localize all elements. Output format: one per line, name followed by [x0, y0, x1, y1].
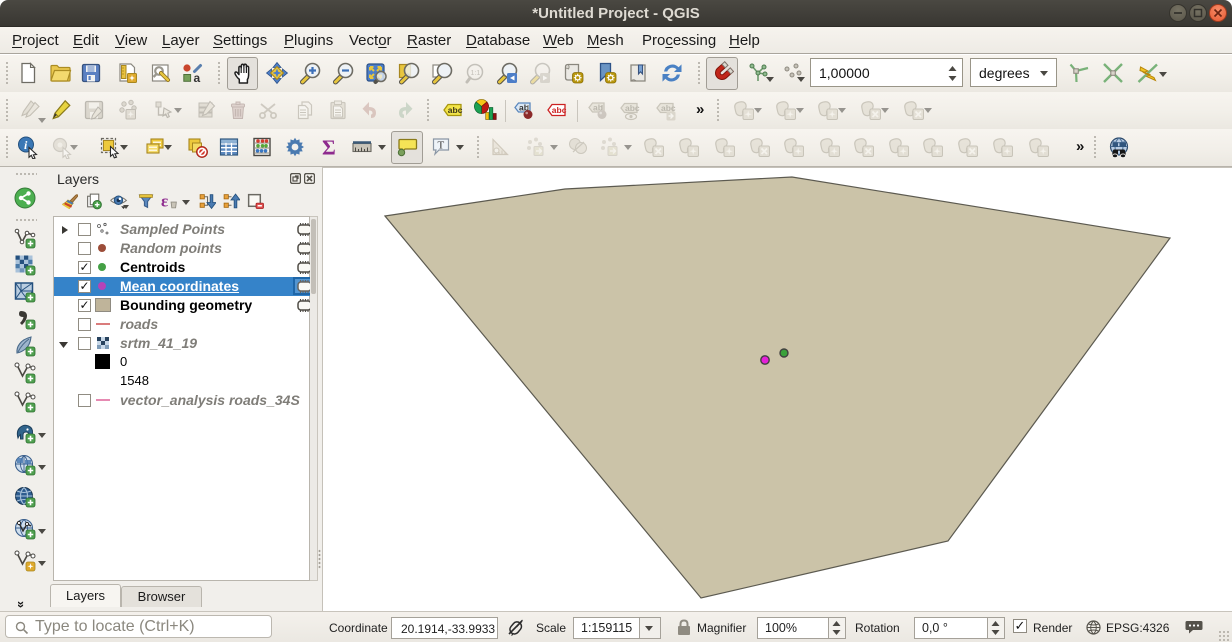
- svg-text:abc: abc: [625, 103, 640, 113]
- svg-text:abc: abc: [448, 105, 463, 115]
- svg-text:ε: ε: [161, 192, 168, 210]
- svg-text:T: T: [438, 140, 445, 152]
- svg-text:abc: abc: [552, 105, 567, 115]
- svg-text:a: a: [194, 71, 201, 85]
- svg-text:1:1: 1:1: [471, 70, 481, 77]
- svg-text:Σ: Σ: [322, 136, 336, 160]
